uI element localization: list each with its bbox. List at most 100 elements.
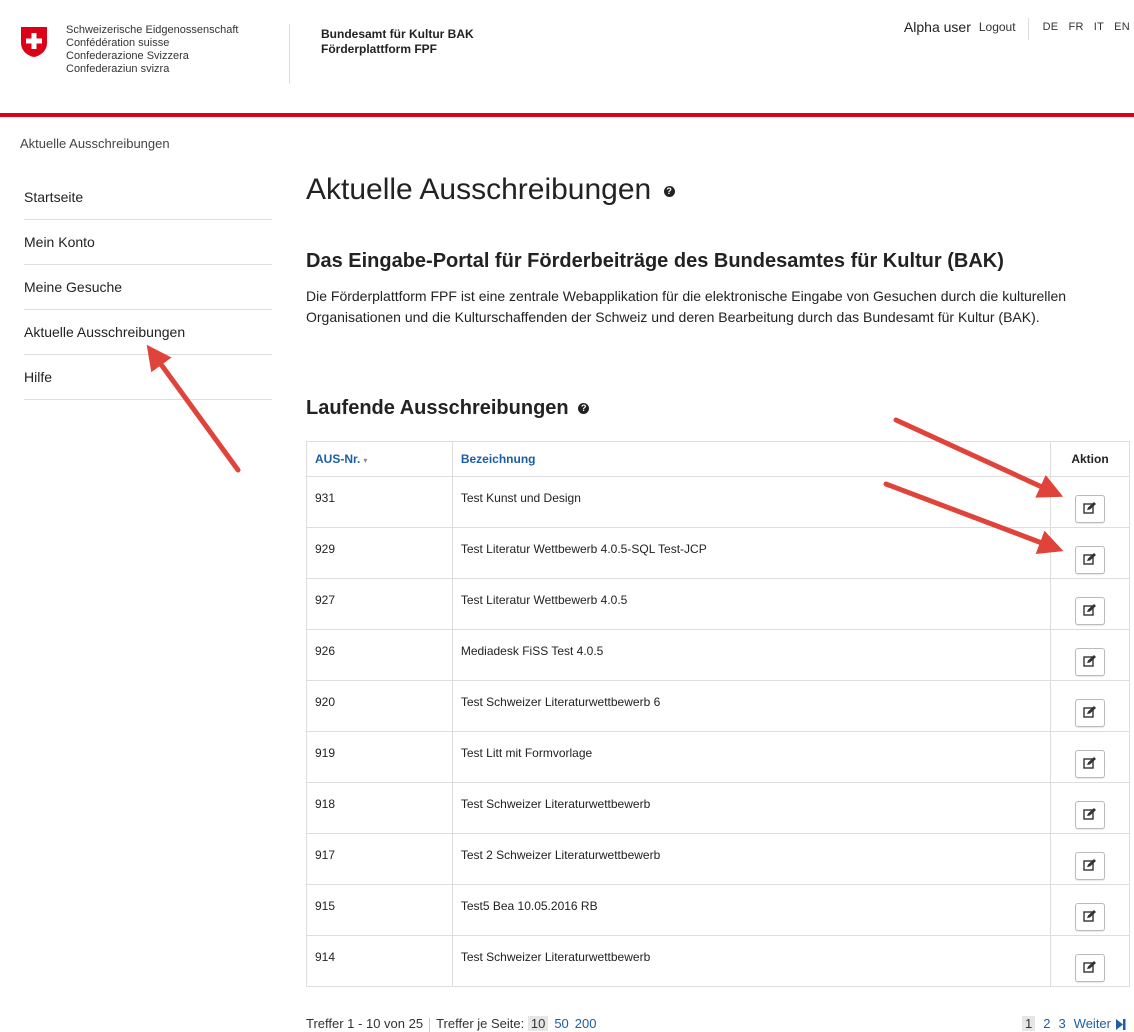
sidebar-item-startseite[interactable]: Startseite [24,175,272,220]
cell-bezeichnung: Test Literatur Wettbewerb 4.0.5 [451,578,1052,630]
cell-aus-nr: 920 [306,680,453,732]
table-row: 927 Test Literatur Wettbewerb 4.0.5 [306,578,1130,630]
cell-aus-nr: 917 [306,833,453,885]
table-body: 931 Test Kunst und Design 929 Test Literatu… [306,476,1130,987]
cell-bezeichnung: Test Kunst und Design [451,476,1052,528]
result-info: Treffer 1 - 10 von 25 Treffer je Seite: 1… [306,1016,597,1032]
table-row: 926 Mediadesk FiSS Test 4.0.5 [306,629,1130,681]
page-3[interactable]: 3 [1058,1016,1065,1031]
next-page-link[interactable]: Weiter [1074,1016,1111,1031]
office-name: Bundesamt für Kultur BAK Förderplattform… [321,27,474,57]
sidebar-item-mein-konto[interactable]: Mein Konto [24,220,272,265]
column-header-bezeichnung[interactable]: Bezeichnung [451,441,1052,477]
cell-aktion [1050,884,1130,936]
page-2[interactable]: 2 [1043,1016,1050,1031]
edit-button[interactable] [1075,494,1106,523]
table-row: 918 Test Schweizer Literaturwettbewerb [306,782,1130,834]
sidebar-item-hilfe[interactable]: Hilfe [24,355,272,400]
last-page-icon[interactable] [1116,1019,1126,1031]
cell-aus-nr: 929 [306,527,453,579]
table-row: 920 Test Schweizer Literaturwettbewerb 6 [306,680,1130,732]
sidebar-nav: Startseite Mein Konto Meine Gesuche Aktu… [24,175,272,400]
edit-button[interactable] [1075,647,1106,676]
cell-bezeichnung: Test 2 Schweizer Literaturwettbewerb [451,833,1052,885]
cell-bezeichnung: Mediadesk FiSS Test 4.0.5 [451,629,1052,681]
page-title-text: Aktuelle Ausschreibungen [306,173,652,206]
confederation-line-de: Schweizerische Eidgenossenschaft [66,24,239,36]
edit-button[interactable] [1075,596,1106,625]
per-page-option-10[interactable]: 10 [527,1016,549,1031]
cell-aktion [1050,578,1130,630]
cell-aus-nr: 915 [306,884,453,936]
cell-aus-nr: 927 [306,578,453,630]
cell-aktion [1050,476,1130,528]
edit-icon [1083,603,1097,616]
office-line-2: Förderplattform FPF [321,42,437,56]
hit-count: Treffer 1 - 10 von 25 [306,1016,424,1031]
edit-icon [1083,756,1097,769]
cell-bezeichnung: Test Litt mit Formvorlage [451,731,1052,783]
table-row: 915 Test5 Bea 10.05.2016 RB [306,884,1130,936]
page-1[interactable]: 1 [1021,1016,1036,1031]
site-header: Schweizerische Eidgenossenschaft Confédé… [0,0,1134,112]
table-row: 914 Test Schweizer Literaturwettbewerb [306,935,1130,987]
edit-icon [1083,807,1097,820]
table-row: 919 Test Litt mit Formvorlage [306,731,1130,783]
edit-button[interactable] [1075,902,1106,931]
sidebar-item-aktuelle-ausschreibungen[interactable]: Aktuelle Ausschreibungen [24,310,272,355]
help-icon[interactable]: ? [578,403,590,415]
table-row: 917 Test 2 Schweizer Literaturwettbewerb [306,833,1130,885]
cell-aktion [1050,935,1130,987]
sidebar-item-meine-gesuche[interactable]: Meine Gesuche [24,265,272,310]
portal-description: Die Förderplattform FPF ist eine zentral… [306,288,1067,325]
confederation-line-rm: Confederaziun svizra [66,63,170,75]
cell-aus-nr: 931 [306,476,453,528]
table-header-row: AUS-Nr. ▾ Bezeichnung Aktion [306,441,1130,477]
per-page-label: Treffer je Seite: [436,1016,525,1031]
language-en[interactable]: EN [1114,18,1130,36]
cell-aus-nr: 914 [306,935,453,987]
main-content: Aktuelle Ausschreibungen ? Das Eingabe-P… [306,170,1130,419]
per-page-option-200[interactable]: 200 [575,1016,597,1031]
cell-bezeichnung: Test5 Bea 10.05.2016 RB [451,884,1052,936]
edit-button[interactable] [1075,698,1106,727]
edit-button[interactable] [1075,749,1106,778]
section-title: Laufende Ausschreibungen ? [306,395,590,421]
language-it[interactable]: IT [1094,18,1104,36]
table-row: 929 Test Literatur Wettbewerb 4.0.5-SQL T… [306,527,1130,579]
cell-aus-nr: 918 [306,782,453,834]
swiss-shield-logo [21,27,47,57]
username: Alpha user [903,19,971,35]
cell-bezeichnung: Test Schweizer Literaturwettbewerb 6 [451,680,1052,732]
confederation-line-it: Confederazione Svizzera [66,50,189,62]
logout-link[interactable]: Logout [979,18,1016,36]
cell-aus-nr: 919 [306,731,453,783]
cell-aktion [1050,731,1130,783]
edit-icon [1083,654,1097,667]
per-page-option-50[interactable]: 50 [554,1016,568,1031]
language-fr[interactable]: FR [1068,18,1083,36]
edit-icon [1083,705,1097,718]
edit-button[interactable] [1075,800,1106,829]
section-title-text: Laufende Ausschreibungen [306,397,569,419]
header-accent-line [0,113,1134,117]
pagination: 1 2 3 Weiter [1021,1016,1126,1032]
cell-aus-nr: 926 [306,629,453,681]
footer-divider [429,1017,431,1032]
help-icon[interactable]: ? [663,185,675,197]
sort-descending-icon: ▾ [363,456,368,465]
confederation-names: Schweizerische Eidgenossenschaft Confédé… [66,24,238,76]
page-title: Aktuelle Ausschreibungen ? [306,170,1130,210]
edit-button[interactable] [1075,953,1106,982]
cell-aktion [1050,527,1130,579]
header-divider [289,24,290,84]
edit-button[interactable] [1075,851,1106,880]
breadcrumb[interactable]: Aktuelle Ausschreibungen [20,136,170,151]
column-header-aus-nr[interactable]: AUS-Nr. ▾ [306,441,453,477]
language-divider [1027,18,1029,40]
edit-button[interactable] [1075,545,1106,574]
edit-icon [1083,909,1097,922]
language-de[interactable]: DE [1043,18,1059,36]
cell-bezeichnung: Test Schweizer Literaturwettbewerb [451,782,1052,834]
ausschreibungen-table: AUS-Nr. ▾ Bezeichnung Aktion 931 Test Kuns… [306,441,1130,987]
